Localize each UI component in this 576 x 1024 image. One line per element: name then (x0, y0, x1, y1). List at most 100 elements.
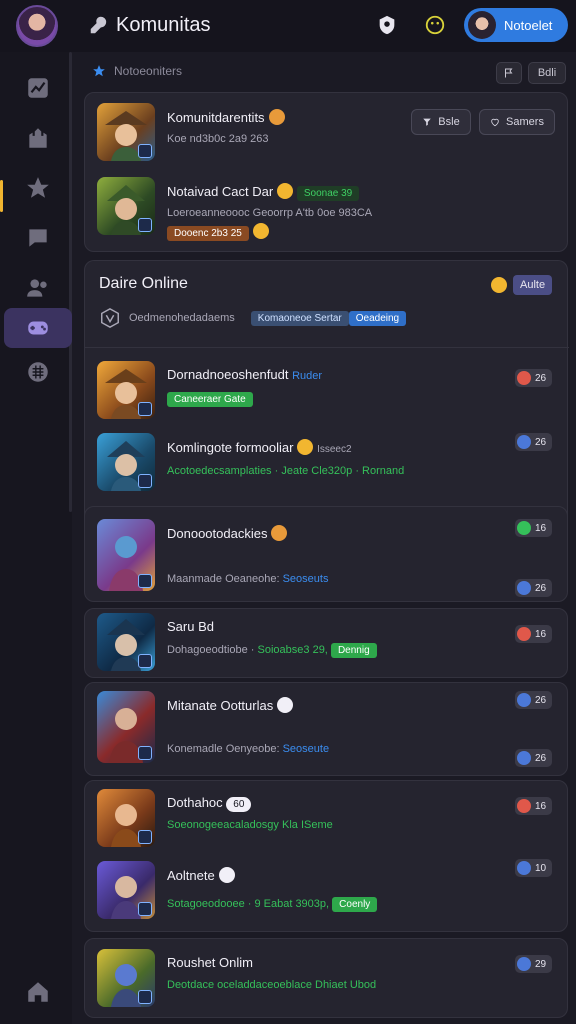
castle-icon (29, 128, 47, 148)
edit-chip[interactable]: Bdli (528, 62, 566, 84)
emoji-icon (491, 277, 507, 293)
platform-badge-icon (138, 654, 152, 668)
main-content: Notoeoniters Bdli Komunitdarentits Koe n… (84, 52, 569, 1024)
profile-button[interactable]: Notoelet (464, 8, 568, 42)
filter-tag[interactable]: Oeadeing (348, 310, 407, 326)
sidebar-item-games[interactable] (4, 308, 72, 348)
star-icon (27, 177, 49, 198)
platform-badge-icon (138, 830, 152, 844)
flag-icon (505, 68, 513, 78)
item-title-tag: Isseec2 (317, 444, 352, 455)
game-thumbnail (97, 613, 155, 671)
item-chip: Dooenc 2b3 25 (167, 226, 249, 241)
sidebar-item-home[interactable] (4, 972, 72, 1012)
item-title: Roushet Onlim (167, 955, 253, 970)
item-subtitle: Acotoedecsamplaties · Jeate Cle320p · Ro… (167, 465, 405, 477)
count-pill: 26 (515, 369, 553, 387)
list-card: Dothahoc 60 Soeonogeeacaladosgy Kla ISem… (84, 780, 568, 932)
sidebar-item-friends[interactable] (4, 268, 72, 308)
edit-button-label: Bsle (438, 116, 460, 128)
game-thumbnail (97, 177, 155, 235)
count-pill: 16 (515, 625, 553, 643)
item-title: Aoltnete (167, 867, 235, 883)
edit-button[interactable]: Bsle (411, 109, 471, 135)
list-card: Saru Bd Dohagoeodtiobe · Soioabse3 29, D… (84, 608, 568, 678)
sidebar-item-stats[interactable] (4, 68, 72, 108)
shield-icon[interactable] (376, 14, 398, 36)
item-title: Komunitdarentits (167, 109, 285, 125)
item-subtitle: Maanmade Oeaneohe: Seoseuts (167, 573, 329, 585)
list-card: Donoootodackies Maanmade Oeaneohe: Seose… (84, 506, 568, 602)
list-item[interactable]: Dothahoc 60 Soeonogeeacaladosgy Kla ISem… (97, 789, 557, 851)
profile-button-label: Notoelet (504, 17, 553, 33)
list-item[interactable]: Roushet Onlim Deotdace oceladdaceoeblace… (97, 949, 557, 1011)
list-item[interactable]: Donoootodackies Maanmade Oeaneohe: Seose… (97, 519, 557, 597)
count-pill: 10 (515, 859, 553, 877)
filter-row: Oedmenohedadaems Komaoneoe Sertar Oeadei… (99, 307, 407, 329)
platform-badge-icon (138, 746, 152, 760)
chart-icon (28, 78, 48, 98)
sidebar-active-indicator (0, 180, 3, 212)
platform-badge-icon (138, 144, 152, 158)
count-pill: 16 (515, 797, 553, 815)
list-item[interactable]: Aoltnete Sotagoeodooee · 9 Eabat 3903p, … (97, 859, 557, 923)
list-item[interactable]: Komlingote formooliar Isseec2 Acotoedecs… (97, 433, 557, 495)
platform-badge-icon (138, 990, 152, 1004)
item-title: Dothahoc 60 (167, 795, 252, 812)
sidebar-item-grid[interactable] (4, 352, 72, 392)
list-item[interactable]: Dornadnoeoshenfudt Ruder Caneeraer Gate … (97, 361, 557, 423)
flag-button[interactable] (496, 62, 522, 84)
item-subtitle: Deotdace oceladdaceoeblace Dhiaet Ubod (167, 979, 377, 991)
filter-label: Oedmenohedadaems (129, 312, 235, 324)
item-title: Komlingote formooliar Isseec2 (167, 439, 352, 455)
user-avatar[interactable] (16, 5, 58, 47)
game-thumbnail (97, 519, 155, 591)
page-title: Komunitas (116, 14, 211, 36)
mini-avatar (468, 11, 496, 39)
platform-badge-icon (138, 574, 152, 588)
filter-tag[interactable]: Komaoneoe Sertar (250, 310, 349, 326)
sidebar-item-favorites[interactable] (4, 168, 72, 208)
item-subtitle: Loeroeanneoooc Geoorrp A'tb 0oe 983CA (167, 207, 373, 219)
platform-badge-icon (138, 402, 152, 416)
sidebar-item-guild[interactable] (4, 118, 72, 158)
item-title: Notaivad Cact Dar Soonae 39 (167, 183, 360, 201)
emblem-icon (101, 307, 119, 329)
chat-icon (29, 229, 47, 247)
gamepad-icon (28, 321, 48, 335)
share-button-label: Samers (506, 116, 544, 128)
item-subtitle: Dohagoeodtiobe · Soioabse3 29, Dennig (167, 643, 377, 658)
sidebar-item-chat[interactable] (4, 218, 72, 258)
platform-badge-icon (138, 474, 152, 488)
share-button[interactable]: Samers (479, 109, 555, 135)
status-badge: Soonae 39 (296, 186, 360, 201)
list-item[interactable]: Saru Bd Dohagoeodtiobe · Soioabse3 29, D… (97, 613, 557, 675)
platform-badge-icon (138, 902, 152, 916)
item-title: Dornadnoeoshenfudt Ruder (167, 367, 323, 382)
status-badge[interactable]: Aulte (513, 275, 553, 295)
star-icon (93, 65, 105, 77)
count-pill: 26 (515, 691, 553, 709)
item-title: Mitanate Ootturlas (167, 697, 294, 713)
users-icon (27, 279, 47, 297)
list-card: Mitanate Ootturlas Konemadle Oenyeobe: S… (84, 682, 568, 776)
heart-icon (491, 118, 499, 127)
home-icon (28, 982, 48, 1002)
top-bar: Komunitas Notoelet (0, 0, 576, 52)
item-title: Donoootodackies (167, 525, 288, 541)
game-thumbnail (97, 361, 155, 419)
smiley-icon[interactable] (424, 14, 446, 36)
list-item[interactable]: Mitanate Ootturlas Konemadle Oenyeobe: S… (97, 691, 557, 767)
list-item[interactable]: Notaivad Cact Dar Soonae 39 Loeroeanneoo… (97, 177, 557, 241)
breadcrumb: Notoeoniters (92, 64, 182, 78)
filter-icon (423, 118, 432, 126)
breadcrumb-label: Notoeoniters (114, 64, 183, 78)
count-pill: 26 (515, 579, 553, 597)
item-subtitle: Koe nd3b0c 2a9 263 (167, 133, 269, 145)
game-thumbnail (97, 433, 155, 491)
game-thumbnail (97, 861, 155, 919)
grid-icon (28, 362, 48, 382)
item-chip-row: Dooenc 2b3 25 (167, 223, 269, 241)
wrench-icon (90, 16, 107, 34)
count-pill: 26 (515, 749, 553, 767)
